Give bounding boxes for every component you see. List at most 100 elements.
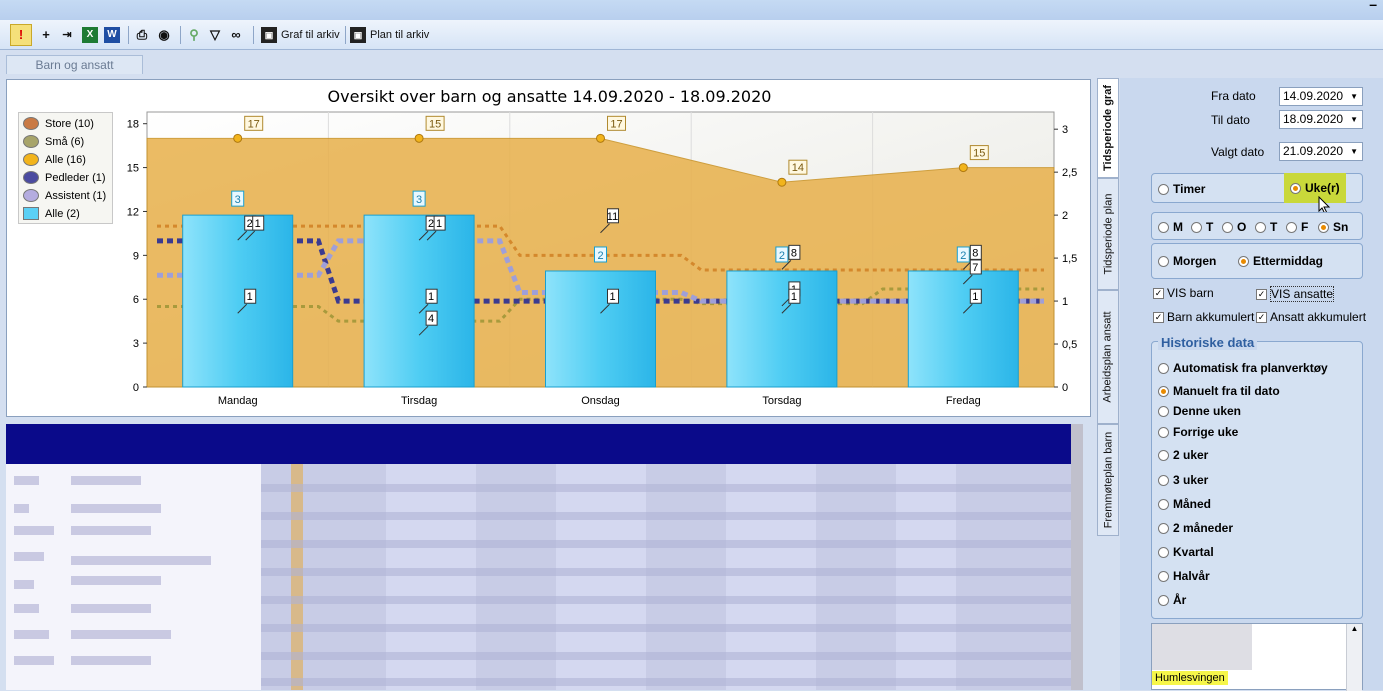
save-icon: ▣ — [261, 27, 277, 43]
radio-hist-option[interactable]: Denne uken — [1158, 404, 1241, 418]
til-dato-picker[interactable]: 18.09.2020 ▼ — [1279, 110, 1363, 129]
radio-hist-option[interactable]: År — [1158, 593, 1186, 607]
valgt-dato-picker[interactable]: 21.09.2020 ▼ — [1279, 142, 1363, 161]
radio-hist-label: Forrige uke — [1173, 425, 1239, 439]
radio-uker[interactable]: Uke(r) — [1284, 173, 1346, 203]
list-scrollbar[interactable]: ▲ — [1346, 624, 1362, 691]
data-label: 8 — [972, 247, 978, 259]
bar-alle2 — [545, 270, 656, 388]
schedule-grid-blurred[interactable] — [6, 424, 1083, 690]
y-tick-label-right: 2 — [1062, 210, 1068, 222]
radio-hist-option[interactable]: Halvår — [1158, 569, 1210, 583]
data-label-alle2: 3 — [235, 194, 241, 206]
radio-hist-option[interactable]: Kvartal — [1158, 545, 1214, 559]
print-icon[interactable]: ⎙ — [134, 24, 150, 46]
bar-alle2 — [182, 214, 294, 388]
area-point — [596, 133, 605, 143]
radio-hist-option[interactable]: Automatisk fra planverktøy — [1158, 361, 1328, 375]
radio-timer[interactable]: Timer — [1158, 182, 1205, 196]
radio-day-t1[interactable]: T — [1191, 220, 1213, 234]
radio-hist-option[interactable]: Forrige uke — [1158, 425, 1238, 439]
checkbox-ansatt-akkumulert[interactable]: ✓ Ansatt akkumulert — [1256, 310, 1366, 324]
excel-icon[interactable]: X — [82, 24, 98, 46]
data-label: 11 — [607, 211, 618, 223]
radio-hist-option[interactable]: 2 måneder — [1158, 521, 1233, 535]
radio-day-t2[interactable]: T — [1255, 220, 1277, 234]
y-tick-label-left: 0 — [133, 382, 139, 394]
binoculars-icon[interactable]: ∞ — [228, 24, 244, 46]
preview-icon[interactable]: ◉ — [156, 24, 172, 46]
window-titlebar: – — [0, 0, 1383, 20]
alert-icon[interactable]: ! — [10, 24, 32, 46]
plan-til-arkiv-button[interactable]: ▣ Plan til arkiv — [350, 24, 429, 46]
tab-fremmoteplan-barn[interactable]: Fremmøteplan barn — [1097, 424, 1119, 536]
list-item-humlesvingen[interactable]: Humlesvingen — [1152, 671, 1228, 685]
radio-hist-option[interactable]: 2 uker — [1158, 448, 1208, 462]
minimize-button[interactable]: – — [1369, 0, 1377, 12]
historiske-data-group: Historiske data Automatisk fra planverkt… — [1151, 335, 1363, 619]
y-tick-label-left: 3 — [133, 338, 139, 350]
plan-til-arkiv-label: Plan til arkiv — [370, 29, 430, 41]
radio-hist-label: Kvartal — [1173, 545, 1214, 559]
area-point — [958, 163, 968, 173]
data-label-alle16: 15 — [429, 118, 441, 130]
radio-day-f[interactable]: F — [1286, 220, 1308, 234]
checkbox-vis-ansatte[interactable]: ✓ VIS ansatte — [1256, 286, 1335, 302]
checkbox-vis-barn[interactable]: ✓ VIS barn — [1153, 286, 1214, 300]
tab-tidsperiode-plan[interactable]: Tidsperiode plan — [1097, 178, 1119, 290]
y-tick-label-right: 1 — [1062, 296, 1068, 308]
data-label: 1 — [255, 218, 261, 230]
radio-day-sn[interactable]: Sn — [1318, 220, 1348, 234]
radio-hist-option[interactable]: Måned — [1158, 497, 1211, 511]
legend-item: Assistent (1) — [23, 187, 106, 204]
radio-hist-label: Manuelt fra til dato — [1173, 384, 1280, 398]
y-tick-label-right: 1,5 — [1062, 253, 1077, 265]
y-tick-label-left: 9 — [133, 250, 139, 262]
radio-morgen[interactable]: Morgen — [1158, 254, 1216, 268]
settings-panel: Fra dato 14.09.2020 ▼ Til dato 18.09.2020… — [1120, 78, 1383, 691]
chart-panel: 1715171415332222112114111811871036912151… — [6, 79, 1091, 417]
data-label: 8 — [791, 247, 797, 259]
scroll-up-icon[interactable]: ▲ — [1347, 624, 1362, 633]
fra-dato-label: Fra dato — [1211, 89, 1256, 103]
radio-day-o[interactable]: O — [1222, 220, 1246, 234]
filter-clear-icon[interactable]: ⚲ — [186, 24, 202, 46]
data-label-alle2: 2 — [597, 250, 603, 262]
side-tabs: Tidsperiode graf Tidsperiode plan Arbeid… — [1097, 78, 1119, 690]
til-dato-label: Til dato — [1211, 113, 1250, 127]
radio-ettermiddag[interactable]: Ettermiddag — [1238, 254, 1323, 268]
bar-alle2 — [907, 270, 1019, 388]
legend-label: Små (6) — [45, 135, 85, 148]
legend-item: Pedleder (1) — [23, 169, 106, 186]
legend-swatch — [23, 135, 39, 148]
graf-til-arkiv-button[interactable]: ▣ Graf til arkiv — [261, 24, 340, 46]
data-label: 1 — [972, 291, 978, 303]
data-label: 1 — [791, 291, 797, 303]
valgt-dato-label: Valgt dato — [1211, 145, 1265, 159]
location-list[interactable]: ▲ Humlesvingen — [1151, 623, 1363, 691]
radio-hist-label: 2 uker — [1173, 448, 1209, 462]
data-label: 2 — [247, 218, 253, 230]
x-tick-label: Onsdag — [581, 395, 620, 407]
radio-hist-label: Denne uken — [1173, 404, 1242, 418]
tab-arbeidsplan-ansatt[interactable]: Arbeidsplan ansatt — [1097, 290, 1119, 424]
legend-swatch — [23, 117, 39, 130]
tab-barn-og-ansatt[interactable]: Barn og ansatt — [6, 55, 143, 74]
word-icon[interactable]: W — [104, 24, 120, 46]
radio-hist-option[interactable]: Manuelt fra til dato — [1158, 384, 1280, 398]
toolbar-separator — [180, 26, 181, 44]
add-icon[interactable]: + — [38, 24, 54, 46]
y-tick-label-right: 0 — [1062, 382, 1068, 394]
tab-tidsperiode-graf[interactable]: Tidsperiode graf — [1097, 78, 1119, 178]
save-icon: ▣ — [350, 27, 366, 43]
tab-strip: Barn og ansatt — [0, 52, 1096, 74]
filter-icon[interactable]: ▽ — [207, 24, 223, 46]
indent-icon[interactable]: ⇥ — [59, 24, 75, 46]
data-label-alle2: 2 — [960, 250, 966, 262]
radio-day-m[interactable]: M — [1158, 220, 1183, 234]
fra-dato-picker[interactable]: 14.09.2020 ▼ — [1279, 87, 1363, 106]
checkbox-barn-akkumulert[interactable]: ✓ Barn akkumulert — [1153, 310, 1254, 324]
x-tick-label: Torsdag — [762, 395, 801, 407]
legend-swatch — [23, 189, 39, 202]
radio-hist-option[interactable]: 3 uker — [1158, 473, 1208, 487]
